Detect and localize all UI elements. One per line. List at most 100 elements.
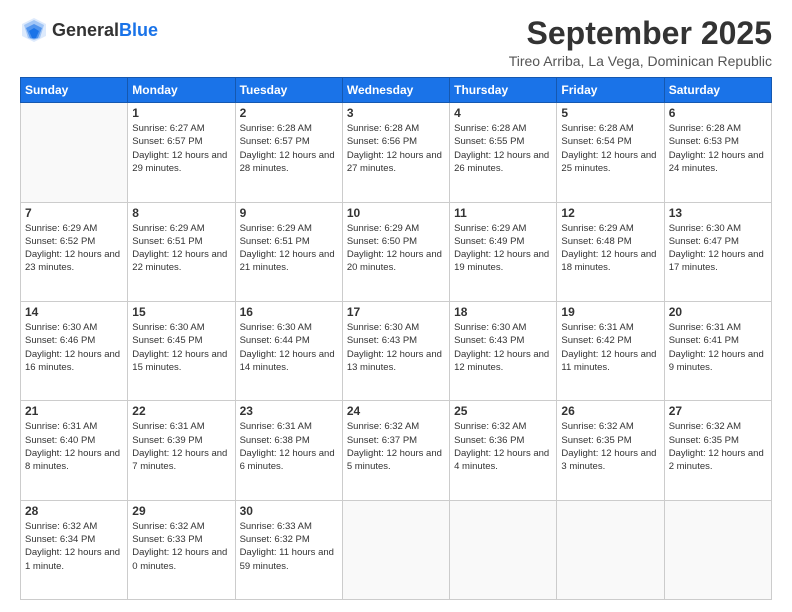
calendar-cell: 26Sunrise: 6:32 AMSunset: 6:35 PMDayligh… [557,401,664,500]
day-info: Sunrise: 6:28 AMSunset: 6:54 PMDaylight:… [561,122,659,175]
calendar-week-row: 1 Sunrise: 6:27 AMSunset: 6:57 PMDaylight… [21,103,772,202]
calendar-cell: 28 Sunrise: 6:32 AMSunset: 6:34 PMDayligh… [21,500,128,599]
day-info: Sunrise: 6:30 AMSunset: 6:46 PMDaylight:… [25,321,123,374]
calendar-cell: 29Sunrise: 6:32 AMSunset: 6:33 PMDayligh… [128,500,235,599]
day-number: 4 [454,106,552,120]
day-info: Sunrise: 6:29 AMSunset: 6:49 PMDaylight:… [454,222,552,275]
day-info: Sunrise: 6:32 AMSunset: 6:35 PMDaylight:… [561,420,659,473]
calendar-week-row: 21Sunrise: 6:31 AMSunset: 6:40 PMDayligh… [21,401,772,500]
day-number: 3 [347,106,445,120]
day-info: Sunrise: 6:30 AMSunset: 6:45 PMDaylight:… [132,321,230,374]
day-info: Sunrise: 6:32 AMSunset: 6:34 PMDaylight:… [25,520,123,573]
calendar-cell [450,500,557,599]
weekday-header-sunday: Sunday [21,78,128,103]
day-number: 22 [132,404,230,418]
weekday-header-row: SundayMondayTuesdayWednesdayThursdayFrid… [21,78,772,103]
day-info: Sunrise: 6:29 AMSunset: 6:50 PMDaylight:… [347,222,445,275]
calendar-cell: 19 Sunrise: 6:31 AMSunset: 6:42 PMDayligh… [557,301,664,400]
calendar-week-row: 14 Sunrise: 6:30 AMSunset: 6:46 PMDayligh… [21,301,772,400]
logo-icon [20,16,48,44]
calendar-cell: 18Sunrise: 6:30 AMSunset: 6:43 PMDayligh… [450,301,557,400]
logo-blue: Blue [119,20,158,40]
day-info: Sunrise: 6:29 AMSunset: 6:48 PMDaylight:… [561,222,659,275]
day-number: 30 [240,504,338,518]
day-number: 9 [240,206,338,220]
calendar-cell: 10 Sunrise: 6:29 AMSunset: 6:50 PMDayligh… [342,202,449,301]
day-number: 8 [132,206,230,220]
day-info: Sunrise: 6:28 AMSunset: 6:55 PMDaylight:… [454,122,552,175]
day-number: 1 [132,106,230,120]
calendar-cell: 24 Sunrise: 6:32 AMSunset: 6:37 PMDayligh… [342,401,449,500]
calendar-cell: 4 Sunrise: 6:28 AMSunset: 6:55 PMDaylight… [450,103,557,202]
day-info: Sunrise: 6:30 AMSunset: 6:43 PMDaylight:… [454,321,552,374]
day-number: 17 [347,305,445,319]
day-info: Sunrise: 6:32 AMSunset: 6:37 PMDaylight:… [347,420,445,473]
weekday-header-tuesday: Tuesday [235,78,342,103]
day-number: 27 [669,404,767,418]
day-number: 15 [132,305,230,319]
day-number: 20 [669,305,767,319]
day-info: Sunrise: 6:29 AMSunset: 6:51 PMDaylight:… [240,222,338,275]
weekday-header-thursday: Thursday [450,78,557,103]
day-info: Sunrise: 6:28 AMSunset: 6:53 PMDaylight:… [669,122,767,175]
calendar-cell: 2 Sunrise: 6:28 AMSunset: 6:57 PMDaylight… [235,103,342,202]
day-number: 5 [561,106,659,120]
day-info: Sunrise: 6:30 AMSunset: 6:47 PMDaylight:… [669,222,767,275]
day-number: 7 [25,206,123,220]
day-number: 10 [347,206,445,220]
calendar-cell: 3Sunrise: 6:28 AMSunset: 6:56 PMDaylight… [342,103,449,202]
calendar-cell: 6 Sunrise: 6:28 AMSunset: 6:53 PMDaylight… [664,103,771,202]
day-info: Sunrise: 6:29 AMSunset: 6:52 PMDaylight:… [25,222,123,275]
day-info: Sunrise: 6:32 AMSunset: 6:36 PMDaylight:… [454,420,552,473]
day-info: Sunrise: 6:30 AMSunset: 6:44 PMDaylight:… [240,321,338,374]
day-info: Sunrise: 6:29 AMSunset: 6:51 PMDaylight:… [132,222,230,275]
day-info: Sunrise: 6:30 AMSunset: 6:43 PMDaylight:… [347,321,445,374]
page: GeneralBlue September 2025 Tireo Arriba,… [0,0,792,612]
calendar-cell: 30 Sunrise: 6:33 AMSunset: 6:32 PMDayligh… [235,500,342,599]
calendar-cell: 8 Sunrise: 6:29 AMSunset: 6:51 PMDaylight… [128,202,235,301]
calendar-cell: 5 Sunrise: 6:28 AMSunset: 6:54 PMDaylight… [557,103,664,202]
calendar-cell: 14 Sunrise: 6:30 AMSunset: 6:46 PMDayligh… [21,301,128,400]
calendar-cell: 21Sunrise: 6:31 AMSunset: 6:40 PMDayligh… [21,401,128,500]
calendar-cell: 9 Sunrise: 6:29 AMSunset: 6:51 PMDaylight… [235,202,342,301]
day-info: Sunrise: 6:33 AMSunset: 6:32 PMDaylight:… [240,520,338,573]
day-info: Sunrise: 6:32 AMSunset: 6:33 PMDaylight:… [132,520,230,573]
calendar-week-row: 7 Sunrise: 6:29 AMSunset: 6:52 PMDaylight… [21,202,772,301]
calendar-cell: 27Sunrise: 6:32 AMSunset: 6:35 PMDayligh… [664,401,771,500]
day-info: Sunrise: 6:31 AMSunset: 6:42 PMDaylight:… [561,321,659,374]
calendar-cell: 25 Sunrise: 6:32 AMSunset: 6:36 PMDayligh… [450,401,557,500]
weekday-header-wednesday: Wednesday [342,78,449,103]
title-block: September 2025 Tireo Arriba, La Vega, Do… [509,16,772,69]
calendar-cell: 13 Sunrise: 6:30 AMSunset: 6:47 PMDayligh… [664,202,771,301]
location-title: Tireo Arriba, La Vega, Dominican Republi… [509,53,772,69]
calendar-cell: 7 Sunrise: 6:29 AMSunset: 6:52 PMDaylight… [21,202,128,301]
calendar-cell: 12Sunrise: 6:29 AMSunset: 6:48 PMDayligh… [557,202,664,301]
day-info: Sunrise: 6:31 AMSunset: 6:39 PMDaylight:… [132,420,230,473]
logo: GeneralBlue [20,16,158,44]
calendar-cell: 22 Sunrise: 6:31 AMSunset: 6:39 PMDayligh… [128,401,235,500]
calendar-cell: 17 Sunrise: 6:30 AMSunset: 6:43 PMDayligh… [342,301,449,400]
day-info: Sunrise: 6:27 AMSunset: 6:57 PMDaylight:… [132,122,230,175]
day-number: 25 [454,404,552,418]
day-info: Sunrise: 6:31 AMSunset: 6:38 PMDaylight:… [240,420,338,473]
weekday-header-monday: Monday [128,78,235,103]
calendar-cell: 1 Sunrise: 6:27 AMSunset: 6:57 PMDaylight… [128,103,235,202]
calendar-cell: 15 Sunrise: 6:30 AMSunset: 6:45 PMDayligh… [128,301,235,400]
weekday-header-saturday: Saturday [664,78,771,103]
day-number: 2 [240,106,338,120]
day-info: Sunrise: 6:28 AMSunset: 6:57 PMDaylight:… [240,122,338,175]
calendar-cell [557,500,664,599]
calendar-cell [342,500,449,599]
calendar-table: SundayMondayTuesdayWednesdayThursdayFrid… [20,77,772,600]
calendar-week-row: 28 Sunrise: 6:32 AMSunset: 6:34 PMDayligh… [21,500,772,599]
calendar-cell: 23Sunrise: 6:31 AMSunset: 6:38 PMDayligh… [235,401,342,500]
month-title: September 2025 [509,16,772,51]
day-number: 13 [669,206,767,220]
calendar-cell: 11Sunrise: 6:29 AMSunset: 6:49 PMDayligh… [450,202,557,301]
day-number: 6 [669,106,767,120]
day-number: 14 [25,305,123,319]
day-number: 24 [347,404,445,418]
weekday-header-friday: Friday [557,78,664,103]
day-number: 19 [561,305,659,319]
day-number: 28 [25,504,123,518]
